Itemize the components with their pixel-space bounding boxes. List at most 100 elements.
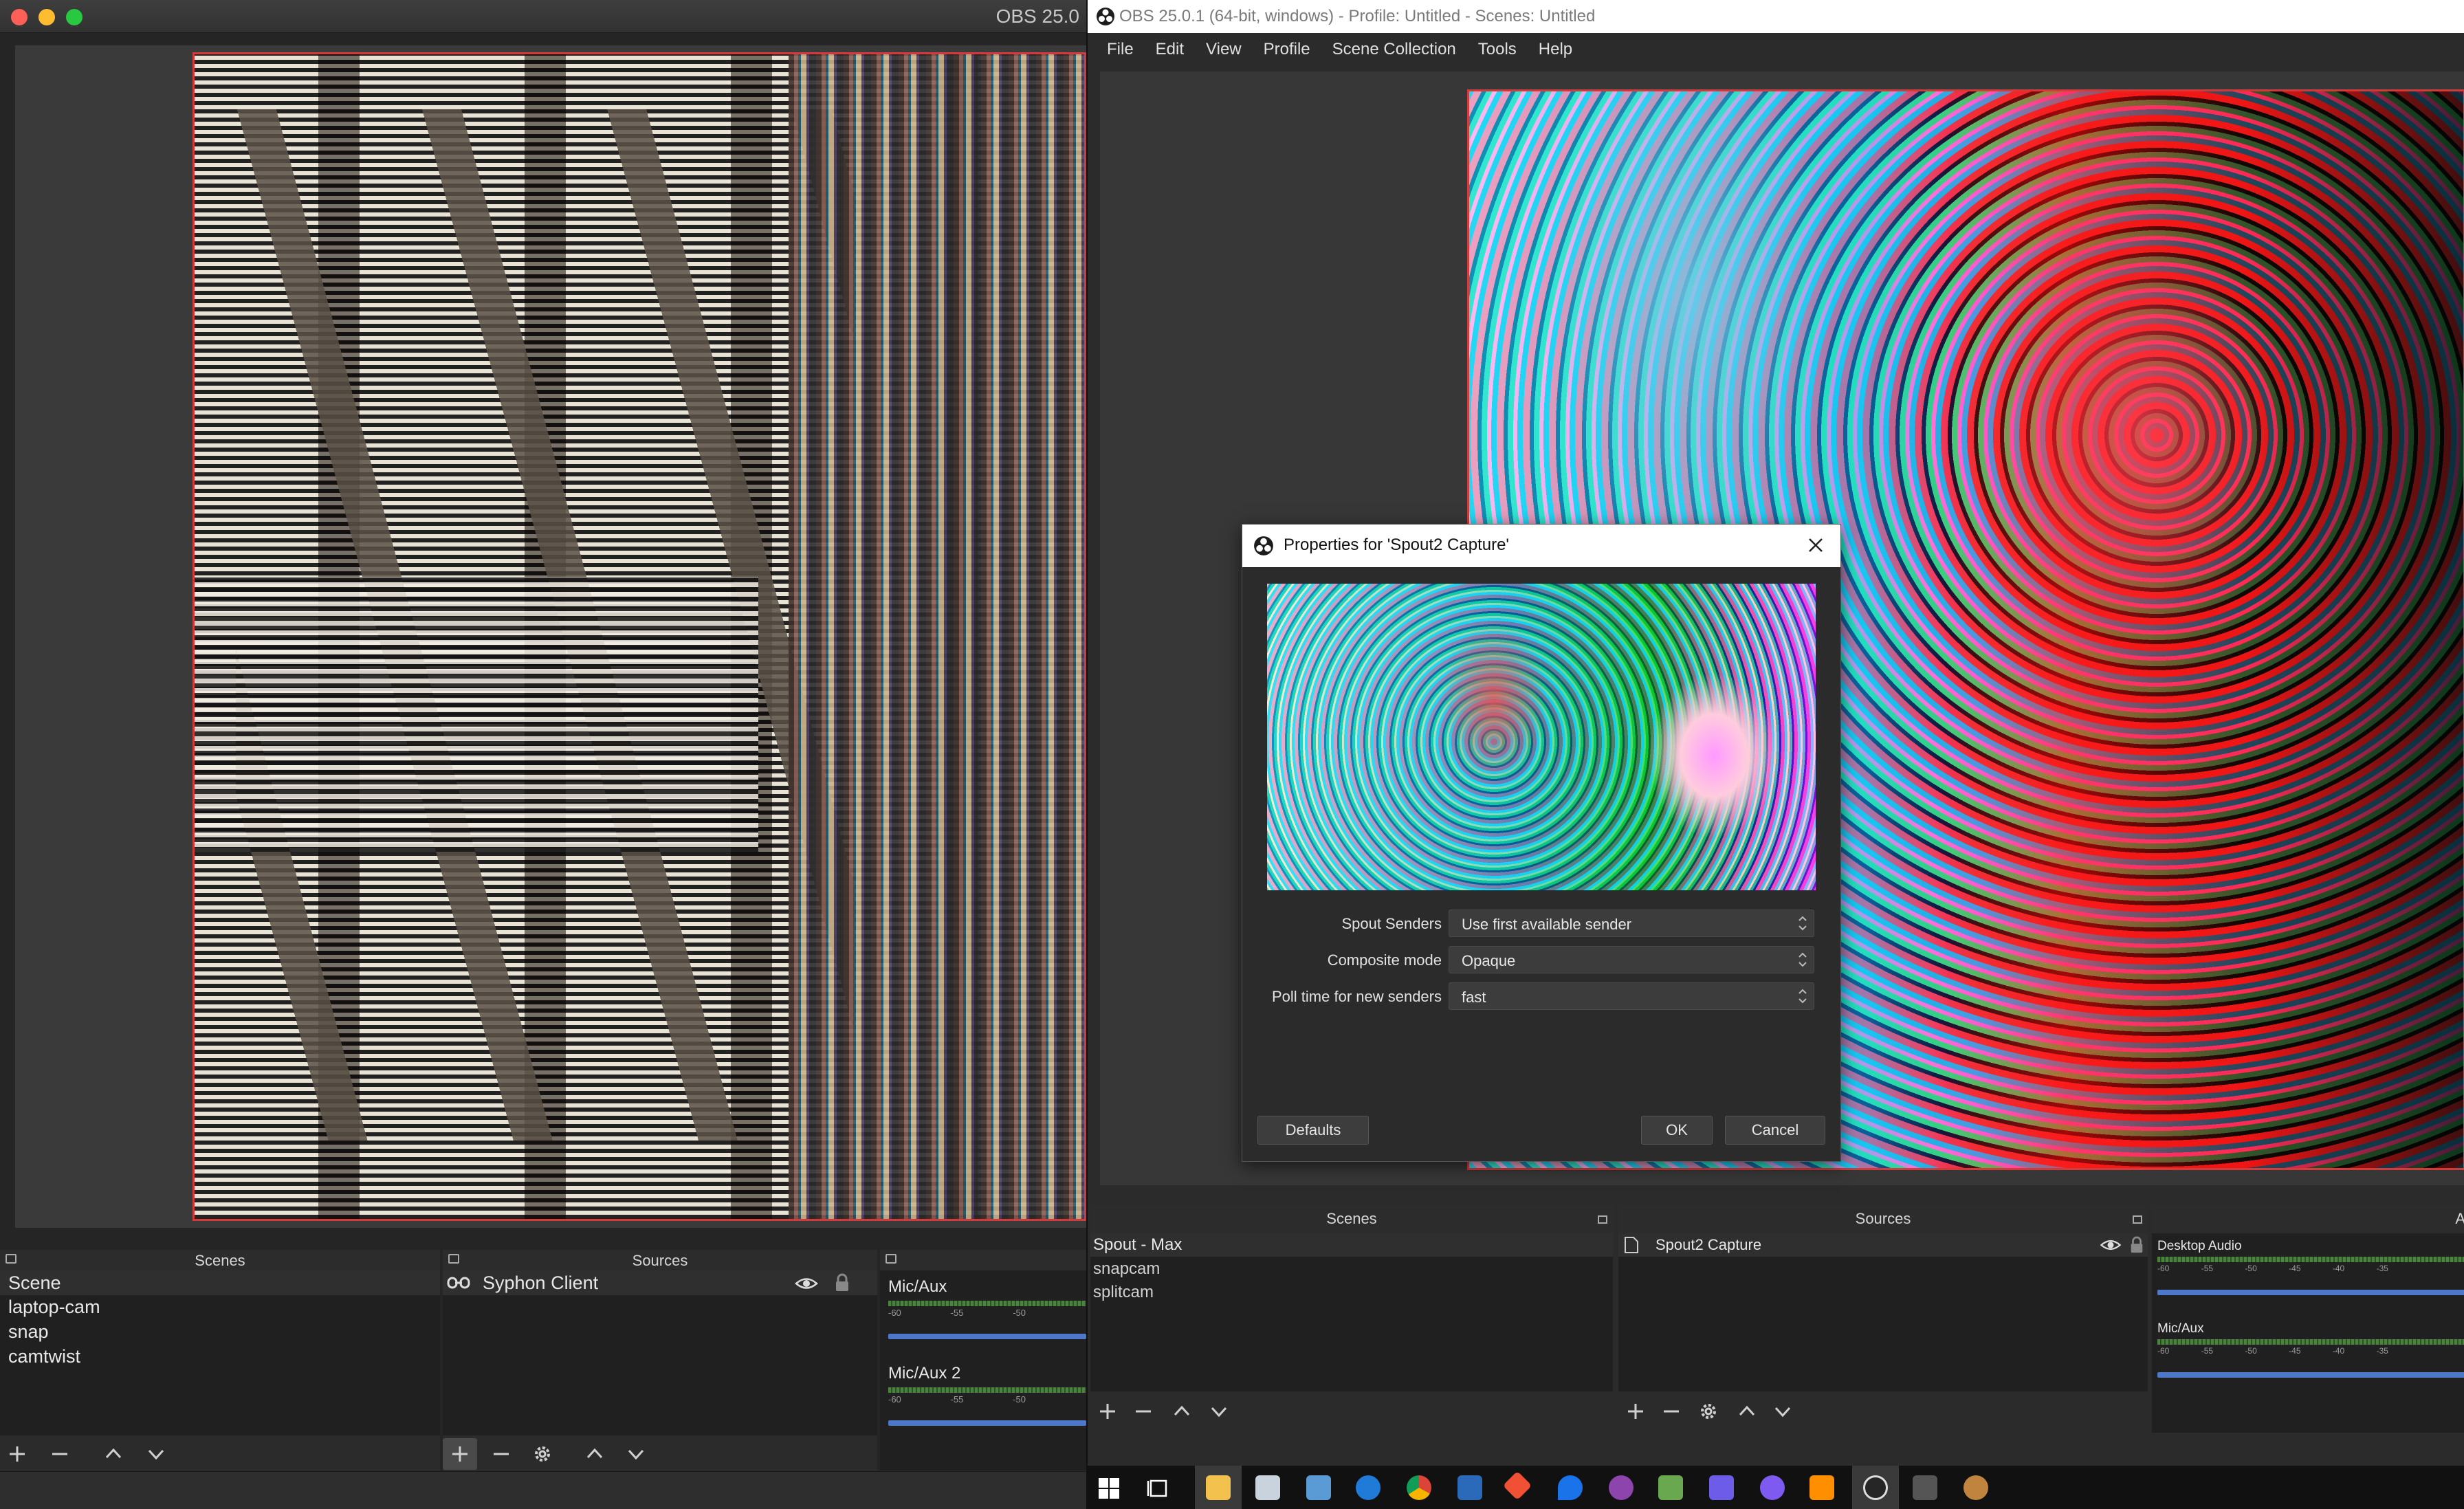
defaults-button[interactable]: Defaults: [1257, 1116, 1369, 1145]
video-stripes: [195, 577, 758, 852]
obs-icon[interactable]: [1863, 1475, 1888, 1500]
poll-time-select[interactable]: fast: [1449, 982, 1814, 1010]
scenes-list[interactable]: Spout - Max snapcam splitcam: [1090, 1233, 1613, 1391]
sources-list[interactable]: Spout2 Capture: [1618, 1233, 2148, 1391]
chevron-up-icon[interactable]: [584, 1444, 605, 1464]
sublime-icon[interactable]: [1810, 1475, 1834, 1500]
menu-edit[interactable]: Edit: [1145, 33, 1195, 65]
volume-slider[interactable]: [2157, 1290, 2464, 1295]
volume-slider[interactable]: [2157, 1372, 2464, 1378]
volume-slider[interactable]: [888, 1334, 1086, 1339]
lock-icon[interactable]: [833, 1273, 851, 1292]
app-circle-icon[interactable]: [1760, 1475, 1785, 1500]
remove-icon[interactable]: [50, 1444, 70, 1464]
close-window-button[interactable]: [11, 9, 28, 25]
app-character-icon[interactable]: [1964, 1475, 1988, 1500]
tick-label: -45: [2289, 1264, 2301, 1273]
task-view-icon[interactable]: [1147, 1477, 1170, 1500]
menu-tools[interactable]: Tools: [1467, 33, 1528, 65]
menu-help[interactable]: Help: [1528, 33, 1583, 65]
app-green-icon[interactable]: [1658, 1475, 1683, 1500]
app-window-icon[interactable]: [1306, 1475, 1331, 1500]
composite-mode-select[interactable]: Opaque: [1449, 946, 1814, 973]
chevron-down-icon[interactable]: [1209, 1401, 1229, 1422]
ok-button[interactable]: OK: [1641, 1116, 1713, 1145]
app-m-icon[interactable]: [1709, 1475, 1734, 1500]
tick-label: -55: [2201, 1346, 2214, 1356]
tick-label: -60: [888, 1394, 901, 1405]
sources-list[interactable]: Syphon Client: [443, 1270, 877, 1435]
chevron-up-icon[interactable]: [1737, 1401, 1757, 1422]
tick-label: -55: [950, 1308, 964, 1318]
remove-icon[interactable]: [1133, 1401, 1154, 1422]
lock-icon[interactable]: [2128, 1236, 2145, 1254]
scene-item[interactable]: snap: [8, 1321, 49, 1343]
powershell-icon[interactable]: [1458, 1475, 1482, 1500]
scenes-toolbar: [0, 1435, 440, 1471]
menu-scene-collection[interactable]: Scene Collection: [1321, 33, 1467, 65]
sources-toolbar: [443, 1435, 877, 1471]
chrome-icon[interactable]: [1407, 1475, 1431, 1500]
program-preview[interactable]: [192, 52, 1086, 1221]
zoom-window-button[interactable]: [66, 9, 82, 25]
close-icon[interactable]: [1801, 530, 1831, 560]
scenes-dock-header: Scenes: [0, 1250, 440, 1270]
spout-senders-select[interactable]: Use first available sender: [1449, 910, 1814, 937]
source-item-selected[interactable]: Spout2 Capture: [1618, 1233, 2148, 1257]
add-icon[interactable]: [7, 1444, 28, 1464]
scene-item[interactable]: snapcam: [1093, 1259, 1160, 1279]
undock-icon[interactable]: [1598, 1215, 1607, 1224]
volume-slider[interactable]: [888, 1420, 1086, 1426]
maps-icon[interactable]: [1558, 1475, 1583, 1500]
cancel-button[interactable]: Cancel: [1725, 1116, 1825, 1145]
edge-icon[interactable]: [1356, 1475, 1380, 1500]
tick-label: -55: [950, 1394, 964, 1405]
undock-icon[interactable]: [2133, 1215, 2142, 1224]
menu-view[interactable]: View: [1195, 33, 1253, 65]
app-gray-icon[interactable]: [1913, 1475, 1937, 1500]
app-purple-icon[interactable]: [1609, 1475, 1634, 1500]
minimize-window-button[interactable]: [38, 9, 55, 25]
tick-label: -50: [1013, 1308, 1026, 1318]
select-value: Use first available sender: [1462, 916, 1632, 933]
menu-file[interactable]: File: [1096, 33, 1145, 65]
mixer-title: A: [2455, 1210, 2464, 1227]
gear-icon[interactable]: [532, 1444, 553, 1464]
add-icon[interactable]: [1625, 1401, 1646, 1422]
remove-icon[interactable]: [1661, 1401, 1682, 1422]
monitor-app-icon[interactable]: [1255, 1475, 1280, 1500]
chevron-down-icon[interactable]: [626, 1444, 646, 1464]
chevron-up-icon[interactable]: [1172, 1401, 1192, 1422]
tick-label: -50: [2245, 1346, 2257, 1356]
chevron-down-icon[interactable]: [146, 1444, 166, 1464]
sources-dock-header: Sources: [1618, 1206, 2148, 1233]
add-icon[interactable]: [1097, 1401, 1118, 1422]
gear-icon[interactable]: [1698, 1401, 1719, 1422]
win-titlebar: OBS 25.0.1 (64-bit, windows) - Profile: …: [1088, 0, 2464, 33]
dialog-titlebar: Properties for 'Spout2 Capture': [1242, 525, 1840, 567]
tick-label: -40: [2332, 1264, 2345, 1273]
add-icon[interactable]: [450, 1444, 470, 1464]
menu-profile[interactable]: Profile: [1253, 33, 1321, 65]
scene-item-selected[interactable]: Scene: [0, 1270, 440, 1295]
scene-item-selected[interactable]: Spout - Max: [1090, 1233, 1613, 1257]
tick-label: -40: [2332, 1346, 2345, 1356]
undock-icon[interactable]: [886, 1254, 896, 1264]
scene-item[interactable]: splitcam: [1093, 1283, 1154, 1302]
remove-icon[interactable]: [491, 1444, 512, 1464]
eye-icon[interactable]: [795, 1276, 818, 1291]
mixer-channel-name: Mic/Aux: [2157, 1321, 2204, 1336]
meter-ticks: -60 -55 -50: [888, 1394, 1026, 1405]
source-item-selected[interactable]: Syphon Client: [443, 1270, 877, 1295]
scenes-list[interactable]: Scene laptop-cam snap camtwist: [0, 1270, 440, 1435]
git-icon[interactable]: [1502, 1471, 1532, 1501]
scene-item[interactable]: camtwist: [8, 1346, 80, 1367]
eye-icon[interactable]: [2100, 1238, 2122, 1252]
volume-meter: [2157, 1339, 2464, 1345]
syphon-icon: [447, 1277, 470, 1289]
file-explorer-icon[interactable]: [1206, 1475, 1231, 1500]
scene-item[interactable]: laptop-cam: [8, 1297, 100, 1318]
chevron-down-icon[interactable]: [1772, 1401, 1793, 1422]
chevron-up-icon[interactable]: [103, 1444, 124, 1464]
windows-start-icon[interactable]: [1097, 1477, 1121, 1500]
